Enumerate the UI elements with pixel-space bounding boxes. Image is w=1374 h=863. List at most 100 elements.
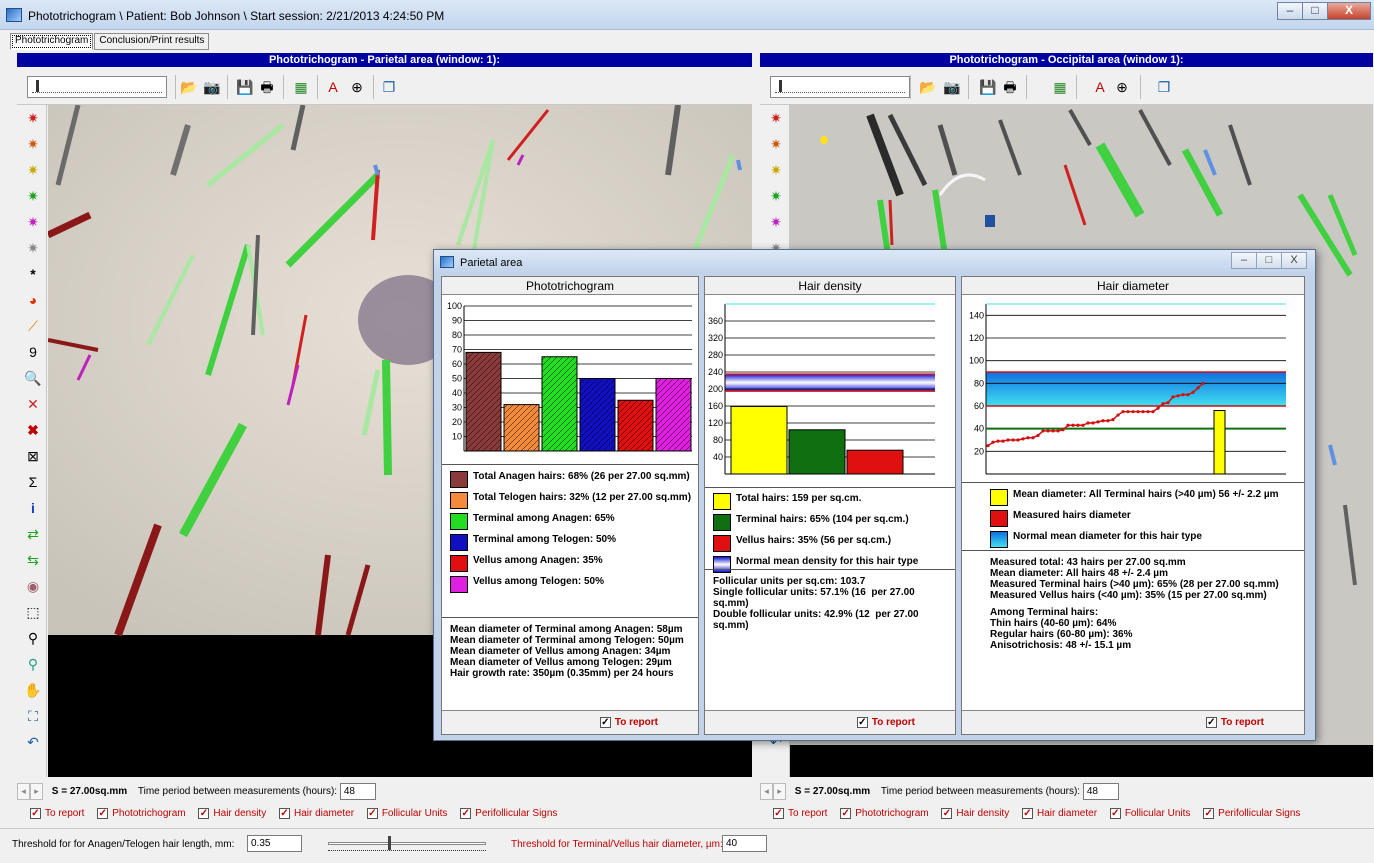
grid-icon[interactable]: ▦ bbox=[291, 77, 311, 97]
threshold-slider[interactable] bbox=[328, 834, 486, 854]
print-icon[interactable]: 🖶 bbox=[1000, 77, 1020, 97]
measured-point bbox=[1176, 394, 1180, 398]
fit-icon[interactable]: ⛶ bbox=[24, 707, 42, 725]
asterisk-icon[interactable]: * bbox=[24, 265, 42, 283]
cb-perifollicular-signs[interactable]: ✓ Perifollicular Signs bbox=[460, 808, 557, 819]
delete-icon[interactable]: ✖ bbox=[24, 421, 42, 439]
camera-icon[interactable]: 📷 bbox=[942, 77, 962, 97]
magic-wand-orange-icon[interactable]: ✷ bbox=[767, 135, 785, 153]
delete-region-icon[interactable]: ⊠ bbox=[24, 447, 42, 465]
camera-icon[interactable]: 📷 bbox=[202, 77, 222, 97]
zoom-slider[interactable] bbox=[770, 76, 910, 98]
open-folder-icon[interactable]: 📂 bbox=[918, 77, 938, 97]
zoom-tool-icon[interactable]: ⚲ bbox=[24, 655, 42, 673]
magic-wand-yellow-icon[interactable]: ✷ bbox=[767, 161, 785, 179]
minimize-button[interactable]: – bbox=[1277, 2, 1303, 20]
tick-label: 100 bbox=[969, 356, 984, 366]
cb-to-report[interactable]: ✓ To report bbox=[773, 808, 827, 819]
stat-line: Thin hairs (40-60 µm): 64% bbox=[990, 618, 1117, 629]
bar bbox=[465, 351, 502, 452]
phototrichogram-panel: Phototrichogram 10 20 30 40 50 60 70 80 90 100 To… bbox=[441, 276, 699, 735]
cb-follicular-units[interactable]: ✓ Follicular Units bbox=[1109, 808, 1190, 819]
target-icon[interactable]: ⊕ bbox=[347, 77, 367, 97]
print-icon[interactable]: 🖶 bbox=[257, 77, 277, 97]
follicle-icon[interactable]: ◉ bbox=[24, 577, 42, 595]
to-report-checkbox[interactable]: ✓ To report bbox=[856, 717, 915, 728]
counter-icon[interactable]: 9 bbox=[24, 343, 42, 361]
dialog-close-button[interactable]: X bbox=[1281, 252, 1307, 269]
magic-wand-orange-icon[interactable]: ✷ bbox=[24, 135, 42, 153]
anagen-threshold-input[interactable]: 0.35 bbox=[247, 835, 302, 852]
to-report-checkbox[interactable]: ✓ To report bbox=[599, 717, 658, 728]
zoom-icon[interactable]: ⚲ bbox=[24, 629, 42, 647]
target-icon[interactable]: ⊕ bbox=[1112, 77, 1132, 97]
cb-hair-diameter[interactable]: ✓ Hair diameter bbox=[1022, 808, 1097, 819]
select-rect-icon[interactable]: ⬚ bbox=[24, 603, 42, 621]
cb-hair-diameter[interactable]: ✓ Hair diameter bbox=[279, 808, 354, 819]
info-icon[interactable]: i bbox=[24, 499, 42, 517]
open-folder-icon[interactable]: 📂 bbox=[179, 77, 199, 97]
measured-point bbox=[1196, 386, 1200, 390]
to-report-checkbox[interactable]: ✓ To report bbox=[1205, 717, 1264, 728]
hand-icon[interactable]: ✋ bbox=[24, 681, 42, 699]
legend-swatch bbox=[713, 535, 731, 552]
magic-wand-green-icon[interactable]: ✷ bbox=[24, 187, 42, 205]
hair-diameter-chart: 20 40 60 80 100 120 140 bbox=[969, 303, 1286, 475]
arrows-swap-icon[interactable]: ⇆ bbox=[24, 551, 42, 569]
ruler-icon[interactable]: ⟋ bbox=[24, 317, 42, 335]
period-input[interactable]: 48 bbox=[339, 783, 376, 800]
text-tool-icon[interactable]: A bbox=[323, 77, 343, 97]
measured-point bbox=[1046, 429, 1050, 433]
delete-line-icon[interactable]: ✕ bbox=[24, 395, 42, 413]
measured-point bbox=[1091, 421, 1095, 425]
prev-arrow-icon[interactable]: ◂ bbox=[17, 783, 30, 800]
tick-label: 30 bbox=[452, 403, 462, 413]
cb-to-report[interactable]: ✓ To report bbox=[30, 808, 84, 819]
tab-conclusion[interactable]: Conclusion/Print results bbox=[94, 33, 210, 50]
close-button[interactable]: X bbox=[1327, 2, 1371, 20]
save-icon[interactable]: 💾 bbox=[978, 77, 998, 97]
terminal-threshold-input[interactable]: 40 bbox=[722, 835, 767, 852]
color-wheel-icon[interactable]: ◕ bbox=[24, 291, 42, 309]
legend-swatch bbox=[990, 531, 1008, 548]
measured-point bbox=[1106, 419, 1110, 423]
legend-item: Vellus among Anagen: 35% bbox=[450, 555, 692, 572]
cb-follicular-units[interactable]: ✓ Follicular Units bbox=[366, 808, 447, 819]
arrows-green-icon[interactable]: ⇄ bbox=[24, 525, 42, 543]
tick-label: 60 bbox=[452, 359, 462, 369]
legend-item: Mean diameter: All Terminal hairs (>40 µ… bbox=[990, 489, 1298, 506]
magic-wand-green-icon[interactable]: ✷ bbox=[767, 187, 785, 205]
prev-arrow-icon[interactable]: ◂ bbox=[760, 783, 773, 800]
save-icon[interactable]: 💾 bbox=[235, 77, 255, 97]
zoom-disabled-icon[interactable]: 🔍 bbox=[24, 369, 42, 387]
measured-point bbox=[1061, 428, 1065, 432]
grid-icon[interactable]: ▦ bbox=[1050, 77, 1070, 97]
magic-wand-yellow-icon[interactable]: ✷ bbox=[24, 161, 42, 179]
cb-phototrichogram[interactable]: ✓ Phototrichogram bbox=[97, 808, 186, 819]
measured-point bbox=[1036, 433, 1040, 438]
magic-wand-magenta-icon[interactable]: ✷ bbox=[767, 213, 785, 231]
magic-wand-red-icon[interactable]: ✷ bbox=[767, 109, 785, 127]
dialog-minimize-button[interactable]: – bbox=[1231, 252, 1257, 269]
windows-icon[interactable]: ❐ bbox=[379, 77, 399, 97]
cb-hair-density[interactable]: ✓ Hair density bbox=[941, 808, 1009, 819]
next-arrow-icon[interactable]: ▸ bbox=[30, 783, 43, 800]
magic-wand-red-icon[interactable]: ✷ bbox=[24, 109, 42, 127]
next-arrow-icon[interactable]: ▸ bbox=[773, 783, 786, 800]
windows-icon[interactable]: ❐ bbox=[1154, 77, 1174, 97]
dialog-maximize-button[interactable]: □ bbox=[1256, 252, 1282, 269]
zoom-slider[interactable] bbox=[27, 76, 167, 98]
magic-wand-magenta-icon[interactable]: ✷ bbox=[24, 213, 42, 231]
undo-icon[interactable]: ↶ bbox=[24, 733, 42, 751]
cb-perifollicular-signs[interactable]: ✓ Perifollicular Signs bbox=[1203, 808, 1300, 819]
magic-wand-gray-icon[interactable]: ✷ bbox=[24, 239, 42, 257]
period-input[interactable]: 48 bbox=[1082, 783, 1119, 800]
tab-phototrichogram[interactable]: Phototrichogram bbox=[10, 33, 94, 50]
measured-point bbox=[1026, 436, 1030, 440]
sum-icon[interactable]: Σ bbox=[24, 473, 42, 491]
text-tool-icon[interactable]: A bbox=[1090, 77, 1110, 97]
cb-phototrichogram[interactable]: ✓ Phototrichogram bbox=[840, 808, 929, 819]
cb-hair-density[interactable]: ✓ Hair density bbox=[198, 808, 266, 819]
maximize-button[interactable]: □ bbox=[1302, 2, 1328, 20]
tick-label: 40 bbox=[452, 388, 462, 398]
